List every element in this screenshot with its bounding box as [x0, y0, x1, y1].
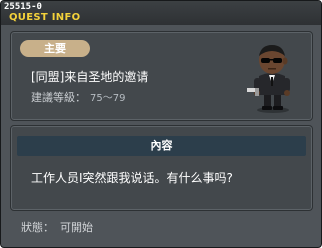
recommended-level-label: 建議等級： [31, 91, 86, 104]
status-value: 可開始 [60, 221, 93, 234]
quest-id: 25515-0 [4, 2, 42, 12]
content-header: 內容 [17, 136, 306, 156]
quest-info-window: 25515-0 QUEST INFO 主要 [同盟]来自圣地的邀请 建議等級： 7… [0, 0, 322, 248]
recommended-level: 建議等級： 75～79 [31, 91, 125, 106]
title-bar[interactable]: 25515-0 QUEST INFO [1, 1, 321, 25]
status-label: 狀態： [21, 221, 54, 234]
quest-status: 狀態： 可開始 [21, 221, 93, 235]
npc-agent-icon [247, 45, 290, 113]
window-title: QUEST INFO [9, 12, 81, 23]
content-panel: 內容 工作人员I突然跟我说话。有什么事吗? [10, 125, 313, 211]
recommended-level-value: 75～79 [90, 93, 126, 104]
quest-dialogue: 工作人员I突然跟我说话。有什么事吗? [31, 171, 233, 185]
quest-type-badge: 主要 [20, 40, 90, 57]
quest-summary-panel: 主要 [同盟]来自圣地的邀请 建議等級： 75～79 [10, 31, 313, 121]
quest-name: [同盟]来自圣地的邀请 [31, 70, 149, 84]
